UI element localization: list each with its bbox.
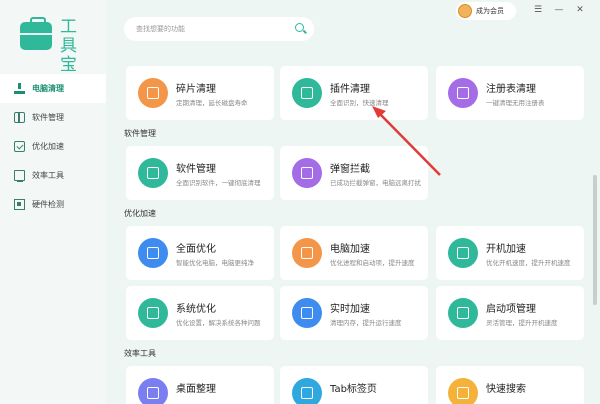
registry-icon xyxy=(448,78,478,108)
software-icon xyxy=(138,158,168,188)
speedup-icon xyxy=(14,141,25,152)
sidebar-item-label: 硬件检测 xyxy=(32,200,64,209)
card-desc: 优化开机速度，提升开机速度 xyxy=(486,259,571,267)
card-title: 启动项管理 xyxy=(486,304,536,315)
card-registry-clean[interactable]: 注册表清理 一键清理无用注册表 xyxy=(436,66,584,120)
plugin-icon xyxy=(292,78,322,108)
card-realtime-speedup[interactable]: 实时加速 清理内存，提升运行速度 xyxy=(280,286,428,340)
card-desc: 全面识别软件，一键彻底清理 xyxy=(176,179,261,187)
sidebar: 工具 宝箱 电脑清理 软件管理 优化加速 效率工具 硬件检测 xyxy=(0,0,106,404)
sidebar-nav: 电脑清理 软件管理 优化加速 效率工具 硬件检测 xyxy=(0,74,106,219)
card-desktop-organize[interactable]: 桌面整理 xyxy=(126,366,274,404)
card-title: 系统优化 xyxy=(176,304,216,315)
card-title: 弹窗拦截 xyxy=(330,164,370,175)
card-software-manage[interactable]: 软件管理 全面识别软件，一键彻底清理 xyxy=(126,146,274,200)
card-desc: 智能优化电脑，电脑更纯净 xyxy=(176,259,254,267)
card-desc: 一键清理无用注册表 xyxy=(486,99,545,107)
card-desc: 优化进程和启动项，提升速度 xyxy=(330,259,415,267)
card-title: 快速搜索 xyxy=(486,384,526,395)
menu-icon[interactable]: ☰ xyxy=(532,4,544,16)
sidebar-item-label: 软件管理 xyxy=(32,113,64,122)
broom-icon xyxy=(14,83,25,94)
card-desc: 优化设置，解决系统各种问题 xyxy=(176,319,261,327)
card-title: 插件清理 xyxy=(330,84,370,95)
monitor-icon xyxy=(14,170,25,182)
card-title: 注册表清理 xyxy=(486,84,536,95)
minimize-button[interactable]: — xyxy=(553,4,565,16)
search-placeholder: 查找想要的功能 xyxy=(136,25,185,33)
section-title-software: 软件管理 xyxy=(124,129,156,138)
card-title: Tab标签页 xyxy=(330,384,377,395)
search-input[interactable]: 查找想要的功能 xyxy=(124,17,314,41)
card-popup-block[interactable]: 弹窗拦截 已成功拦截弹窗，电脑远离打扰 xyxy=(280,146,428,200)
card-title: 全面优化 xyxy=(176,244,216,255)
sidebar-item-label: 优化加速 xyxy=(32,142,64,151)
card-desc: 灵活管理，提升开机速度 xyxy=(486,319,558,327)
popup-block-icon xyxy=(292,158,322,188)
defrag-icon xyxy=(138,78,168,108)
section-title-speedup: 优化加速 xyxy=(124,209,156,218)
card-boot-speedup[interactable]: 开机加速 优化开机速度，提升开机速度 xyxy=(436,226,584,280)
section-title-efficiency: 效率工具 xyxy=(124,349,156,358)
boot-icon xyxy=(448,238,478,268)
desktop-icon xyxy=(138,378,168,404)
sidebar-item-pc-clean[interactable]: 电脑清理 xyxy=(0,74,106,103)
apps-icon xyxy=(14,112,25,123)
startup-icon xyxy=(448,298,478,328)
tab-icon xyxy=(292,378,322,404)
card-title: 桌面整理 xyxy=(176,384,216,395)
sidebar-item-speedup[interactable]: 优化加速 xyxy=(0,132,106,161)
app-title-line1: 工具 xyxy=(60,17,79,56)
card-desc: 已成功拦截弹窗，电脑远离打扰 xyxy=(330,179,421,187)
card-quick-search[interactable]: 快速搜索 xyxy=(436,366,584,404)
sidebar-item-label: 效率工具 xyxy=(32,171,64,180)
sidebar-item-hardware[interactable]: 硬件检测 xyxy=(0,190,106,219)
card-plugin-clean[interactable]: 插件清理 全面识别，快速清理 xyxy=(280,66,428,120)
sidebar-item-label: 电脑清理 xyxy=(32,84,64,93)
scrollbar[interactable] xyxy=(593,175,597,305)
card-title: 软件管理 xyxy=(176,164,216,175)
card-full-optimize[interactable]: 全面优化 智能优化电脑，电脑更纯净 xyxy=(126,226,274,280)
card-startup-manage[interactable]: 启动项管理 灵活管理，提升开机速度 xyxy=(436,286,584,340)
search-icon[interactable] xyxy=(295,23,304,32)
rocket-icon xyxy=(292,238,322,268)
optimize-icon xyxy=(138,238,168,268)
app-logo: 工具 宝箱 xyxy=(14,16,104,94)
card-tab-page[interactable]: Tab标签页 xyxy=(280,366,428,404)
sidebar-item-efficiency[interactable]: 效率工具 xyxy=(0,161,106,190)
card-title: 电脑加速 xyxy=(330,244,370,255)
card-desc: 全面识别，快速清理 xyxy=(330,99,389,107)
avatar xyxy=(458,4,472,18)
card-defrag[interactable]: 碎片清理 定期清理，延长磁盘寿命 xyxy=(126,66,274,120)
chip-icon xyxy=(14,199,25,210)
card-desc: 定期清理，延长磁盘寿命 xyxy=(176,99,248,107)
realtime-icon xyxy=(292,298,322,328)
windows-icon xyxy=(138,298,168,328)
card-desc: 清理内存，提升运行速度 xyxy=(330,319,402,327)
become-member-button[interactable]: 成为会员 xyxy=(456,2,516,20)
card-title: 开机加速 xyxy=(486,244,526,255)
close-button[interactable]: ✕ xyxy=(574,4,586,16)
card-system-optimize[interactable]: 系统优化 优化设置，解决系统各种问题 xyxy=(126,286,274,340)
card-title: 碎片清理 xyxy=(176,84,216,95)
toolbox-icon xyxy=(20,17,52,50)
member-label: 成为会员 xyxy=(476,7,504,15)
card-title: 实时加速 xyxy=(330,304,370,315)
sidebar-item-software[interactable]: 软件管理 xyxy=(0,103,106,132)
card-pc-speedup[interactable]: 电脑加速 优化进程和启动项，提升速度 xyxy=(280,226,428,280)
main-content: 碎片清理 定期清理，延长磁盘寿命 插件清理 全面识别，快速清理 注册表清理 一键… xyxy=(118,64,598,404)
quick-search-icon xyxy=(448,378,478,404)
